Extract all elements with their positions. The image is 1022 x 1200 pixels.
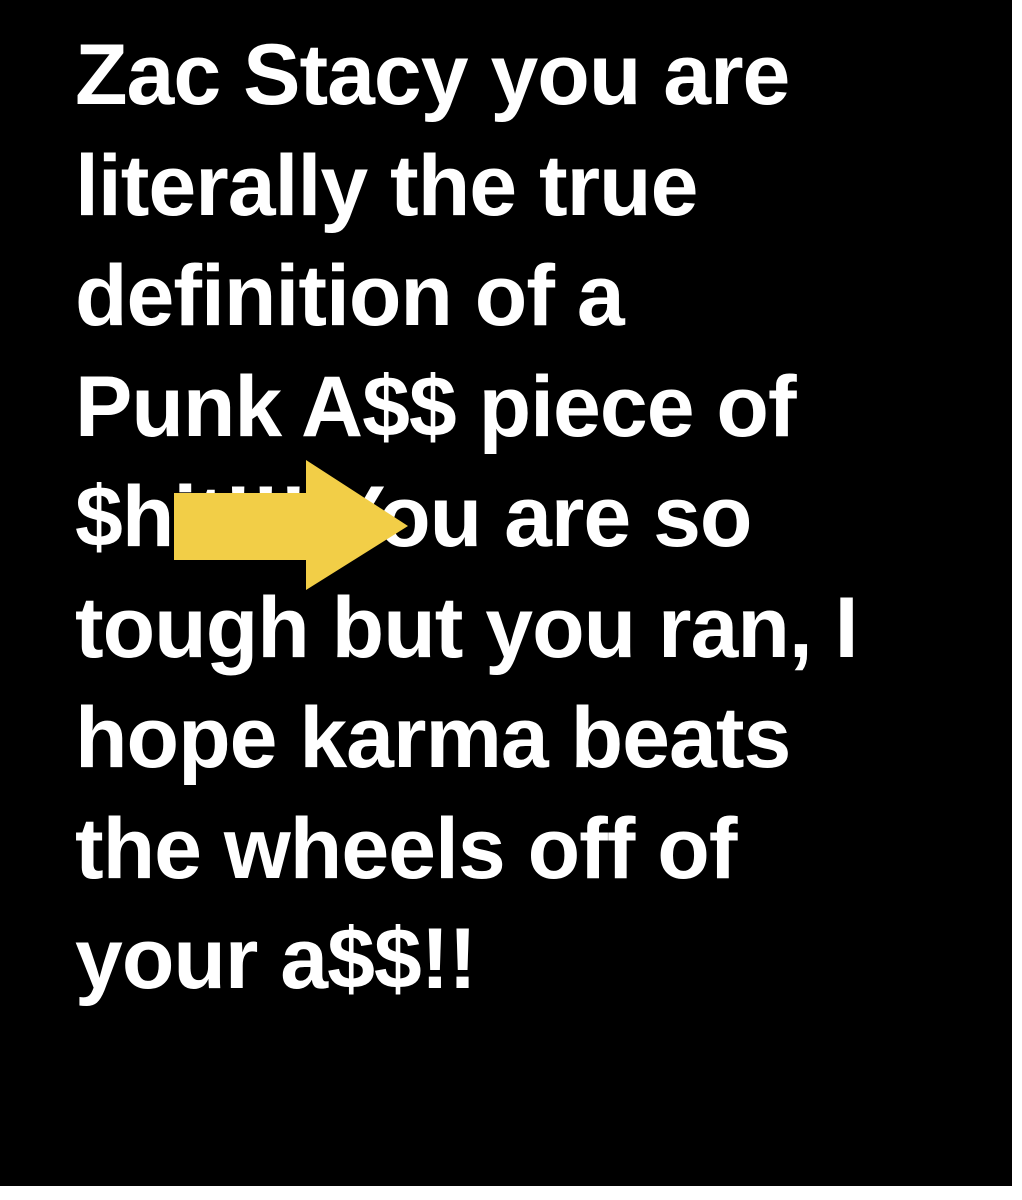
text-line-7: hope karma beats (75, 690, 791, 786)
text-post-canvas: Zac Stacy you are literally the true def… (0, 0, 1012, 1186)
text-line-2: literally the true (75, 137, 698, 234)
text-line-3: definition of a (75, 248, 625, 344)
right-arrow-shape (174, 460, 408, 590)
text-line-1: Zac Stacy you are (75, 27, 790, 123)
right-arrow-icon (174, 460, 408, 590)
text-line-9: your a$$!! (75, 911, 477, 1007)
text-line-8: the wheels off of (75, 800, 737, 897)
text-line-4: Punk A$$ piece of (75, 358, 797, 455)
